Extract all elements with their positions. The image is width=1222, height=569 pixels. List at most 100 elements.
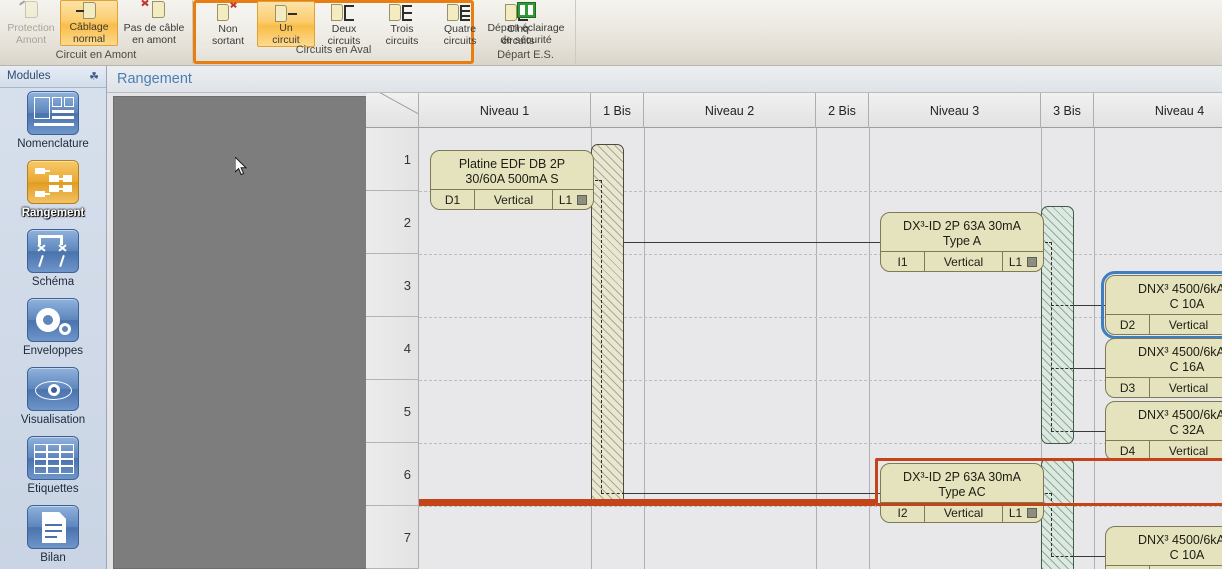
sidebar-item-label: Etiquettes [27, 483, 79, 495]
ribbon-button-label: Quatre [443, 23, 477, 35]
device-block-dnx3-c32a-d4[interactable]: DNX³ 4500/6kA P C 32A D4 Vertical [1105, 401, 1222, 461]
etiquettes-icon [27, 436, 79, 480]
busbar-3-bis-upper-inner-dash [1051, 431, 1073, 432]
device-block-dx3-id-type-ac[interactable]: DX³-ID 2P 63A 30mA Type AC I2 Vertical L… [880, 463, 1044, 523]
sidebar-item-etiquettes[interactable]: Etiquettes [0, 433, 106, 502]
busbar-1-bis[interactable] [591, 144, 624, 506]
device-ref: D1 [431, 190, 475, 209]
grid-hline [419, 380, 1222, 381]
sidebar-item-enveloppes[interactable]: Enveloppes [0, 295, 106, 364]
pas-de-cable-en-amont-icon [139, 0, 169, 22]
ribbon-button-label: Départ éclairage [487, 22, 565, 34]
device-ref: I1 [881, 252, 925, 271]
grid-hline [419, 443, 1222, 444]
row-header-1[interactable]: 1 [366, 128, 419, 191]
device-footer: D2 Vertical [1106, 314, 1222, 334]
column-header-niveau-1[interactable]: Niveau 1 [419, 93, 591, 128]
modules-panel-title: Modules [7, 70, 51, 82]
sidebar-item-nomenclature[interactable]: Nomenclature [0, 88, 106, 157]
grid-body[interactable]: Platine EDF DB 2P 30/60A 500mA S D1 Vert… [419, 128, 1222, 569]
device-color-swatch[interactable] [1027, 507, 1038, 518]
ribbon-button-label: Pas de câble [123, 22, 185, 34]
device-block-dnx3-c16a-d3[interactable]: DNX³ 4500/6kA P C 16A D3 Vertical [1105, 338, 1222, 398]
quatre-circuits-icon [445, 2, 475, 23]
ribbon-button-cablage-normal[interactable]: Câblage normal [60, 0, 118, 46]
column-header-3-bis[interactable]: 3 Bis [1041, 93, 1094, 128]
un-circuit-icon [271, 3, 301, 22]
row-header-2[interactable]: 2 [366, 191, 419, 254]
ribbon-button-label: Protection [7, 22, 55, 34]
column-header-1-bis[interactable]: 1 Bis [591, 93, 644, 128]
row-header-7[interactable]: 7 [366, 506, 419, 569]
busbar-3-bis-lower-inner-dash [1051, 493, 1052, 556]
column-header-niveau-4[interactable]: Niveau 4 [1094, 93, 1222, 128]
device-footer: D4 Vertical [1106, 440, 1222, 460]
pin-icon[interactable]: ☘ [89, 70, 99, 83]
visualisation-icon [27, 367, 79, 411]
device-title-line: DNX³ 4500/6kA P [1138, 281, 1222, 296]
column-header-2-bis[interactable]: 2 Bis [816, 93, 869, 128]
rangement-icon [27, 160, 79, 204]
device-color-swatch[interactable] [577, 194, 588, 205]
ribbon-button-label: Deux [331, 23, 357, 35]
sidebar-item-visualisation[interactable]: Visualisation [0, 364, 106, 433]
sidebar-item-label: Bilan [40, 552, 66, 564]
rangement-canvas[interactable]: Niveau 1 1 Bis Niveau 2 2 Bis Niveau 3 3… [107, 93, 1222, 569]
sidebar-item-schema[interactable]: Schéma [0, 226, 106, 295]
column-header-niveau-2[interactable]: Niveau 2 [644, 93, 816, 128]
ribbon-group-caption: Départ E.S. [497, 49, 554, 61]
busbar-3-bis-upper-inner-dash [1051, 242, 1052, 431]
device-footer: D1 Vertical L1 [431, 189, 593, 209]
sidebar-item-rangement[interactable]: Rangement [0, 157, 106, 226]
ribbon-button-depart-eclairage-securite[interactable]: Départ éclairage de sécurité [476, 0, 576, 46]
busbar-3-bis-upper-inner-dash [1051, 305, 1073, 306]
grid-corner-cell [366, 93, 419, 128]
device-footer: D3 Vertical [1106, 377, 1222, 397]
row-header-4[interactable]: 4 [366, 317, 419, 380]
device-title-line: DX³-ID 2P 63A 30mA [903, 218, 1021, 233]
ribbon-button-protection-amont[interactable]: Protection Amont [2, 0, 60, 46]
device-block-dnx3-c10a-d2[interactable]: DNX³ 4500/6kA P C 10A D2 Vertical [1101, 271, 1222, 339]
device-phase: L1 [1008, 505, 1023, 520]
device-title-line: DNX³ 4500/6kA P [1138, 407, 1222, 422]
row-header-3[interactable]: 3 [366, 254, 419, 317]
sidebar-item-label: Visualisation [20, 414, 86, 426]
device-ref: I2 [881, 503, 925, 522]
layout-grid: Niveau 1 1 Bis Niveau 2 2 Bis Niveau 3 3… [366, 93, 1222, 569]
device-block-dnx3-c10a-d5[interactable]: DNX³ 4500/6kA P C 10A D5 Vertical [1105, 526, 1222, 569]
ribbon-button-trois-circuits[interactable]: Trois circuits [373, 1, 431, 47]
device-block-dx3-id-type-a[interactable]: DX³-ID 2P 63A 30mA Type A I1 Vertical L1 [880, 212, 1044, 272]
row-header-5[interactable]: 5 [366, 380, 419, 443]
device-title-line: DX³-ID 2P 63A 30mA [903, 469, 1021, 484]
device-footer: I2 Vertical L1 [881, 502, 1043, 522]
ribbon-button-deux-circuits[interactable]: Deux circuits [315, 1, 373, 47]
row-header-6[interactable]: 6 [366, 443, 419, 506]
column-header-niveau-3[interactable]: Niveau 3 [869, 93, 1041, 128]
grid-hline [419, 317, 1222, 318]
deux-circuits-icon [329, 2, 359, 23]
device-title-line: C 10A [1169, 296, 1205, 311]
ribbon-button-non-sortant[interactable]: Non sortant [199, 1, 257, 47]
grid-hline [419, 506, 1222, 507]
ribbon-button-label: de sécurité [500, 33, 552, 46]
ribbon-button-un-circuit[interactable]: Un circuit [257, 1, 315, 47]
ribbon-button-label: Amont [15, 33, 47, 46]
sidebar-item-label: Rangement [21, 207, 85, 219]
device-title-line: 30/60A 500mA S [465, 171, 559, 186]
ribbon-button-label: Trois [390, 23, 414, 35]
busbar-3-bis-lower[interactable] [1041, 458, 1074, 569]
ribbon-button-label: en amont [132, 33, 176, 46]
enveloppes-icon [27, 298, 79, 342]
device-block-platine-edf[interactable]: Platine EDF DB 2P 30/60A 500mA S D1 Vert… [430, 150, 594, 210]
busbar-3-bis-upper-inner-dash [1051, 368, 1073, 369]
device-phase: L1 [1008, 254, 1023, 269]
sidebar-item-bilan[interactable]: Bilan [0, 502, 106, 569]
schema-icon [27, 229, 79, 273]
device-color-swatch[interactable] [1027, 256, 1038, 267]
ribbon-button-pas-de-cable-en-amont[interactable]: Pas de câble en amont [118, 0, 190, 46]
ribbon-group-circuits-en-aval: Non sortant Un circuit Deux circuits Tro… [193, 0, 534, 64]
device-phase: L1 [558, 192, 573, 207]
bilan-icon [27, 505, 79, 549]
device-orientation: Vertical [1150, 315, 1222, 334]
device-title-line: Type AC [938, 484, 986, 499]
